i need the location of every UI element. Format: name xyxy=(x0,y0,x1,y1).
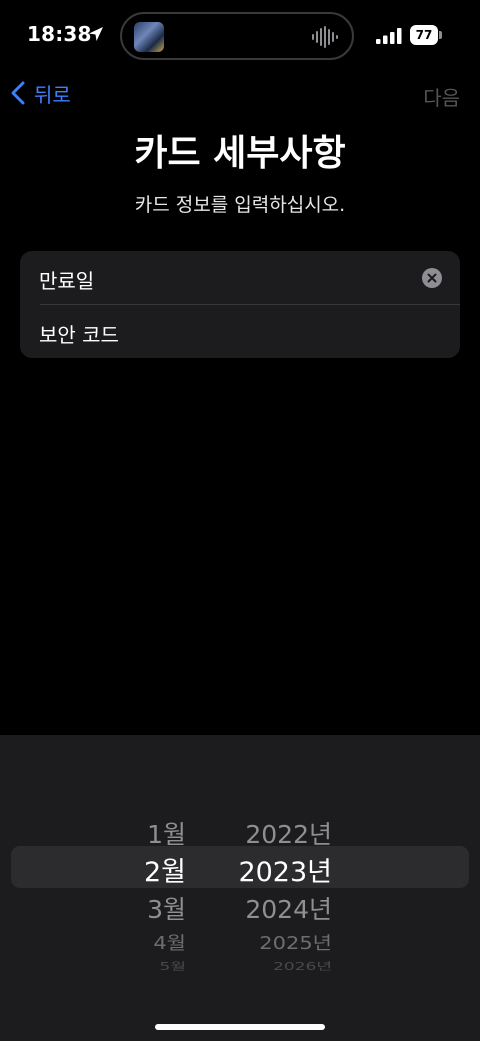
next-button[interactable]: 다음 xyxy=(423,82,460,111)
security-code-field[interactable]: 보안 코드 xyxy=(20,305,460,358)
location-arrow-icon xyxy=(89,27,103,41)
picker-month-item[interactable]: 3월 xyxy=(147,890,186,926)
battery-level: 77 xyxy=(410,25,438,45)
picker-year-item[interactable]: 2026년 xyxy=(273,958,332,973)
picker-year-item[interactable]: 2024년 xyxy=(245,890,332,926)
picker-month-selected[interactable]: 2월 xyxy=(144,850,186,889)
card-details-form: 만료일 보안 코드 xyxy=(20,251,460,358)
home-indicator[interactable] xyxy=(155,1024,325,1030)
clear-icon[interactable] xyxy=(422,268,442,288)
expiration-date-label: 만료일 xyxy=(39,269,95,293)
picker-month-item[interactable]: 5월 xyxy=(160,958,186,973)
back-button[interactable]: 뒤로 xyxy=(10,78,71,108)
picker-year-selected[interactable]: 2023년 xyxy=(238,850,332,889)
chevron-left-icon xyxy=(11,81,25,105)
page-subtitle: 카드 정보를 입력하십시오. xyxy=(134,194,346,216)
picker-year-item[interactable]: 2022년 xyxy=(245,815,332,851)
picker-month-item[interactable]: 1월 xyxy=(147,815,186,851)
back-button-label: 뒤로 xyxy=(34,82,71,107)
picker-year-item[interactable]: 2025년 xyxy=(259,929,332,955)
security-code-label: 보안 코드 xyxy=(39,323,119,347)
date-picker: 1월 2월 3월 4월 5월 2022년 2023년 2024년 2025년 2… xyxy=(0,735,480,1041)
audio-waveform-icon xyxy=(312,26,338,48)
battery-icon: 77 xyxy=(410,25,442,45)
status-bar: 18:38 77 xyxy=(0,0,480,72)
picker-month-item[interactable]: 4월 xyxy=(153,929,186,955)
page-title: 카드 세부사항 xyxy=(134,133,346,174)
album-art-icon xyxy=(134,22,164,52)
status-time: 18:38 xyxy=(27,22,92,46)
dynamic-island[interactable] xyxy=(120,12,354,60)
expiration-date-field[interactable]: 만료일 xyxy=(20,251,460,304)
navigation-bar: 뒤로 다음 xyxy=(0,72,480,116)
cellular-signal-icon xyxy=(376,28,402,44)
